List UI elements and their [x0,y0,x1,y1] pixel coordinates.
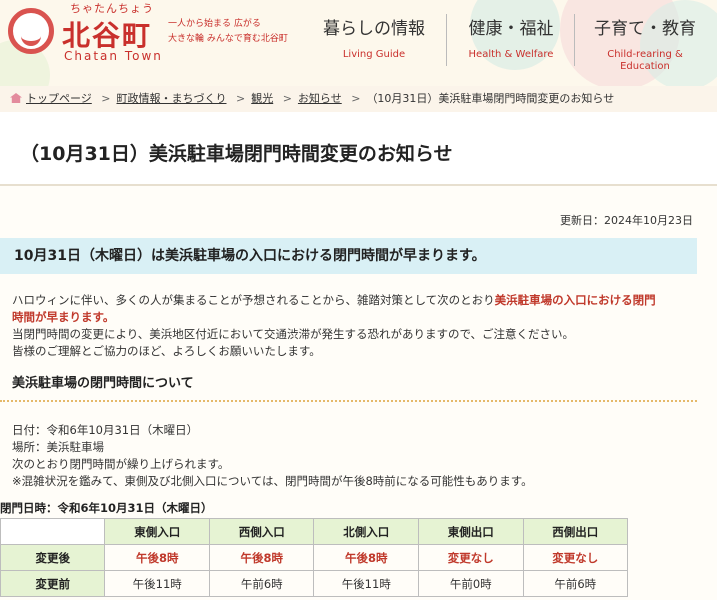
nav-health-welfare[interactable]: 健康・福祉 Health & Welfare [456,14,566,74]
town-emblem-icon[interactable] [8,8,54,54]
breadcrumb-current: （10月31日）美浜駐車場閉門時間変更のお知らせ [366,92,615,105]
nav-divider [446,14,447,66]
table-caption: 閉門日時：令和6年10月31日（木曜日） [0,501,213,515]
table-header: 西側入口 [209,518,315,545]
logo-english: Chatan Town [64,49,163,63]
table-row: 変更後 午後8時 午後8時 午後8時 変更なし 変更なし [0,544,628,571]
section-heading: 美浜駐車場の閉門時間について [0,372,697,402]
nav-label: 子育て・教育 [594,19,696,39]
slogan: 一人から始まる 広がる 大きな輪 みんなで育む北谷町 [168,17,288,47]
intro-text-part: ハロウィンに伴い、多くの人が集まることが予想されることから、雑踏対策として次のと… [12,293,495,307]
caution-text: 当閉門時間の変更により、美浜地区付近において交通渋滞が発生する恐れがありますので… [12,327,574,341]
table-header: 東側出口 [418,518,524,545]
updated-date: 更新日：2024年10月23日 [560,214,693,227]
table-row: 変更前 午後11時 午前6時 午後11時 午前0時 午前6時 [0,570,628,597]
breadcrumb-separator: > [282,92,292,105]
table-cell: 午前0時 [418,570,524,597]
intro-highlight: 時間が早まります。 [12,310,115,324]
breadcrumb-link[interactable]: トップページ [26,92,92,105]
nav-label: 暮らしの情報 [323,19,425,39]
closing-time-table: 東側入口 西側入口 北側入口 東側出口 西側出口 変更後 午後8時 午後8時 午… [0,518,628,597]
table-header: 西側出口 [522,518,628,545]
page-title-bar: （10月31日）美浜駐車場閉門時間変更のお知らせ [0,112,717,186]
logo-name[interactable]: 北谷町 [62,14,152,54]
note-line: 次のとおり閉門時間が繰り上げられます。 [12,457,230,471]
table-cell: 変更なし [418,544,524,571]
table-cell: 午後8時 [104,544,211,571]
lead-heading: 10月31日（木曜日）は美浜駐車場の入口における閉門時間が早まります。 [0,238,697,274]
table-cell: 午後8時 [209,544,315,571]
nav-label-en-1: Child-rearing & [607,49,683,60]
nav-label-en: Living Guide [342,49,406,60]
details-block: 日付：令和6年10月31日（木曜日） 場所：美浜駐車場 次のとおり閉門時間が繰り… [12,422,702,490]
nav-child-rearing[interactable]: 子育て・教育 Child-rearing & Education [588,14,702,74]
breadcrumb-separator: > [101,92,111,105]
table-header: 北側入口 [313,518,420,545]
table-header: 東側入口 [104,518,211,545]
table-corner [0,518,106,545]
warning-line: ※混雑状況を鑑みて、東側及び北側入口については、閉門時間が午後8時前になる可能性… [12,474,533,488]
home-icon [10,93,22,103]
intro-highlight: 美浜駐車場の入口における閉門 [494,293,656,307]
nav-living-guide[interactable]: 暮らしの情報 Living Guide [318,14,430,74]
place-line: 場所：美浜駐車場 [12,440,104,454]
breadcrumb-separator: > [236,92,246,105]
nav-label: 健康・福祉 [468,19,554,39]
intro-text: ハロウィンに伴い、多くの人が集まることが予想されることから、雑踏対策として次のと… [12,292,692,360]
main-content: 更新日：2024年10月23日 10月31日（木曜日）は美浜駐車場の入口における… [0,186,717,600]
nav-label-en: Child-rearing & Education [588,49,702,73]
slogan-line-2: 大きな輪 みんなで育む北谷町 [168,34,288,44]
table-cell: 午後8時 [313,544,420,571]
table-cell: 午後11時 [313,570,420,597]
site-header: ちゃたんちょう 北谷町 Chatan Town 一人から始まる 広がる 大きな輪… [0,0,717,86]
nav-label-en-2: Education [620,61,670,72]
breadcrumb-link[interactable]: 観光 [251,92,273,105]
thanks-text: 皆様のご理解とご協力のほど、よろしくお願いいたします。 [12,344,321,358]
date-line: 日付：令和6年10月31日（木曜日） [12,423,199,437]
slogan-line-1: 一人から始まる 広がる [168,19,261,29]
page-title: （10月31日）美浜駐車場閉門時間変更のお知らせ [20,143,453,165]
nav-divider [574,14,575,66]
nav-label-en: Health & Welfare [468,49,554,60]
table-cell: 変更なし [522,544,628,571]
table-cell: 午前6時 [522,570,628,597]
table-cell: 午前6時 [209,570,315,597]
row-label: 変更前 [0,570,106,597]
table-cell: 午後11時 [104,570,211,597]
breadcrumb-link[interactable]: 町政情報・まちづくり [117,92,227,105]
table-header-row: 東側入口 西側入口 北側入口 東側出口 西側出口 [0,518,628,545]
row-label: 変更後 [0,544,106,571]
breadcrumb: トップページ > 町政情報・まちづくり > 観光 > お知らせ > （10月31日）美浜… [0,86,717,112]
breadcrumb-link[interactable]: お知らせ [298,92,342,105]
breadcrumb-separator: > [351,92,361,105]
intro-paragraph: ハロウィンに伴い、多くの人が集まることが予想されることから、雑踏対策として次のと… [12,292,692,326]
